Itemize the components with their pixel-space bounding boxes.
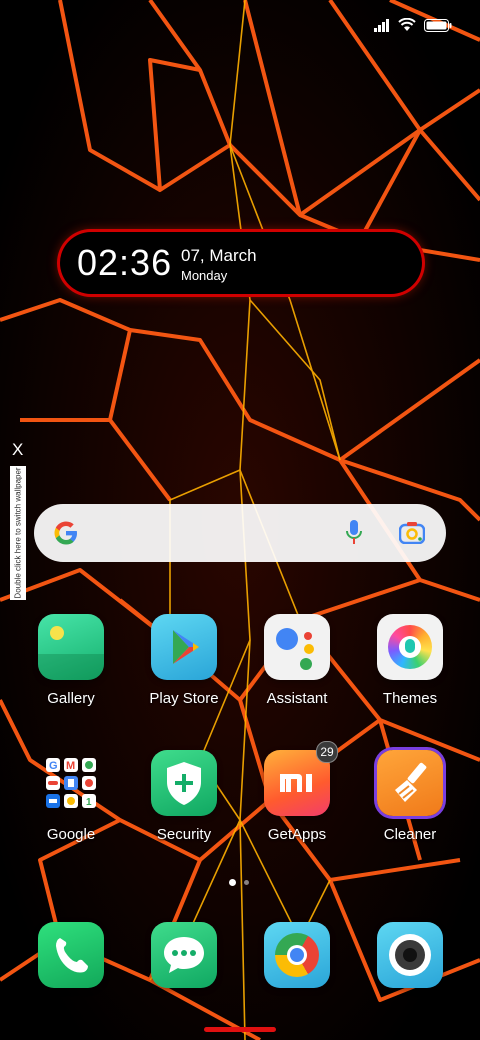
wallpaper-switch-tab[interactable]: Double click here to switch wallpaper xyxy=(10,466,26,600)
dock-messages[interactable] xyxy=(134,922,234,988)
page-indicator[interactable] xyxy=(244,880,249,885)
google-folder-icon: G M 1 xyxy=(38,750,104,816)
status-bar xyxy=(374,18,452,32)
svg-text:G: G xyxy=(49,760,58,772)
svg-text:1: 1 xyxy=(86,797,92,808)
clock-date: 07, March xyxy=(181,246,257,265)
app-label: Security xyxy=(156,826,212,843)
app-label: Google xyxy=(46,826,96,843)
wifi-icon xyxy=(398,18,416,31)
app-cleaner[interactable]: Cleaner xyxy=(360,750,460,843)
getapps-icon: 29 xyxy=(264,741,338,816)
app-play-store[interactable]: Play Store xyxy=(134,614,234,707)
play-store-icon xyxy=(151,614,217,680)
themes-icon xyxy=(377,614,443,680)
assistant-icon xyxy=(264,614,330,680)
google-lens-icon[interactable] xyxy=(399,522,425,544)
phone-icon xyxy=(38,922,104,988)
chrome-icon xyxy=(264,922,330,988)
app-gallery[interactable]: Gallery xyxy=(21,614,121,707)
close-wallpaper-switcher-button[interactable]: X xyxy=(12,440,23,460)
google-search-bar[interactable] xyxy=(34,504,446,562)
app-label: GetApps xyxy=(267,826,327,843)
dock-chrome[interactable] xyxy=(247,922,347,988)
google-g-icon xyxy=(54,521,77,545)
page-indicator-active[interactable] xyxy=(229,879,236,886)
app-label: Assistant xyxy=(266,690,328,707)
clock-time: 02:36 xyxy=(77,242,173,283)
dock-camera[interactable] xyxy=(360,922,460,988)
app-security[interactable]: Security xyxy=(134,750,234,843)
app-themes[interactable]: Themes xyxy=(360,614,460,707)
app-getapps[interactable]: 29 GetApps xyxy=(247,741,347,843)
messages-icon xyxy=(151,922,217,988)
dock-phone[interactable] xyxy=(21,922,121,988)
app-label: Themes xyxy=(382,690,438,707)
clock-widget[interactable]: 02:36 07, March Monday xyxy=(60,232,422,294)
wallpaper-switch-hint: Double click here to switch wallpaper xyxy=(13,467,23,599)
camera-icon xyxy=(377,922,443,988)
app-label: Play Store xyxy=(149,690,219,707)
clock-day: Monday xyxy=(181,268,228,283)
app-assistant[interactable]: Assistant xyxy=(247,614,347,707)
security-icon xyxy=(151,750,217,816)
app-label: Gallery xyxy=(47,690,95,707)
app-label: Cleaner xyxy=(383,826,437,843)
notification-badge: 29 xyxy=(316,741,338,763)
svg-text:M: M xyxy=(66,760,75,772)
microphone-icon[interactable] xyxy=(346,520,362,546)
battery-icon xyxy=(424,18,452,32)
app-google-folder[interactable]: G M 1 Google xyxy=(21,750,121,843)
signal-icon xyxy=(374,18,389,32)
gallery-icon xyxy=(38,614,104,680)
home-gesture-bar[interactable] xyxy=(204,1027,276,1032)
cleaner-icon xyxy=(377,750,443,816)
